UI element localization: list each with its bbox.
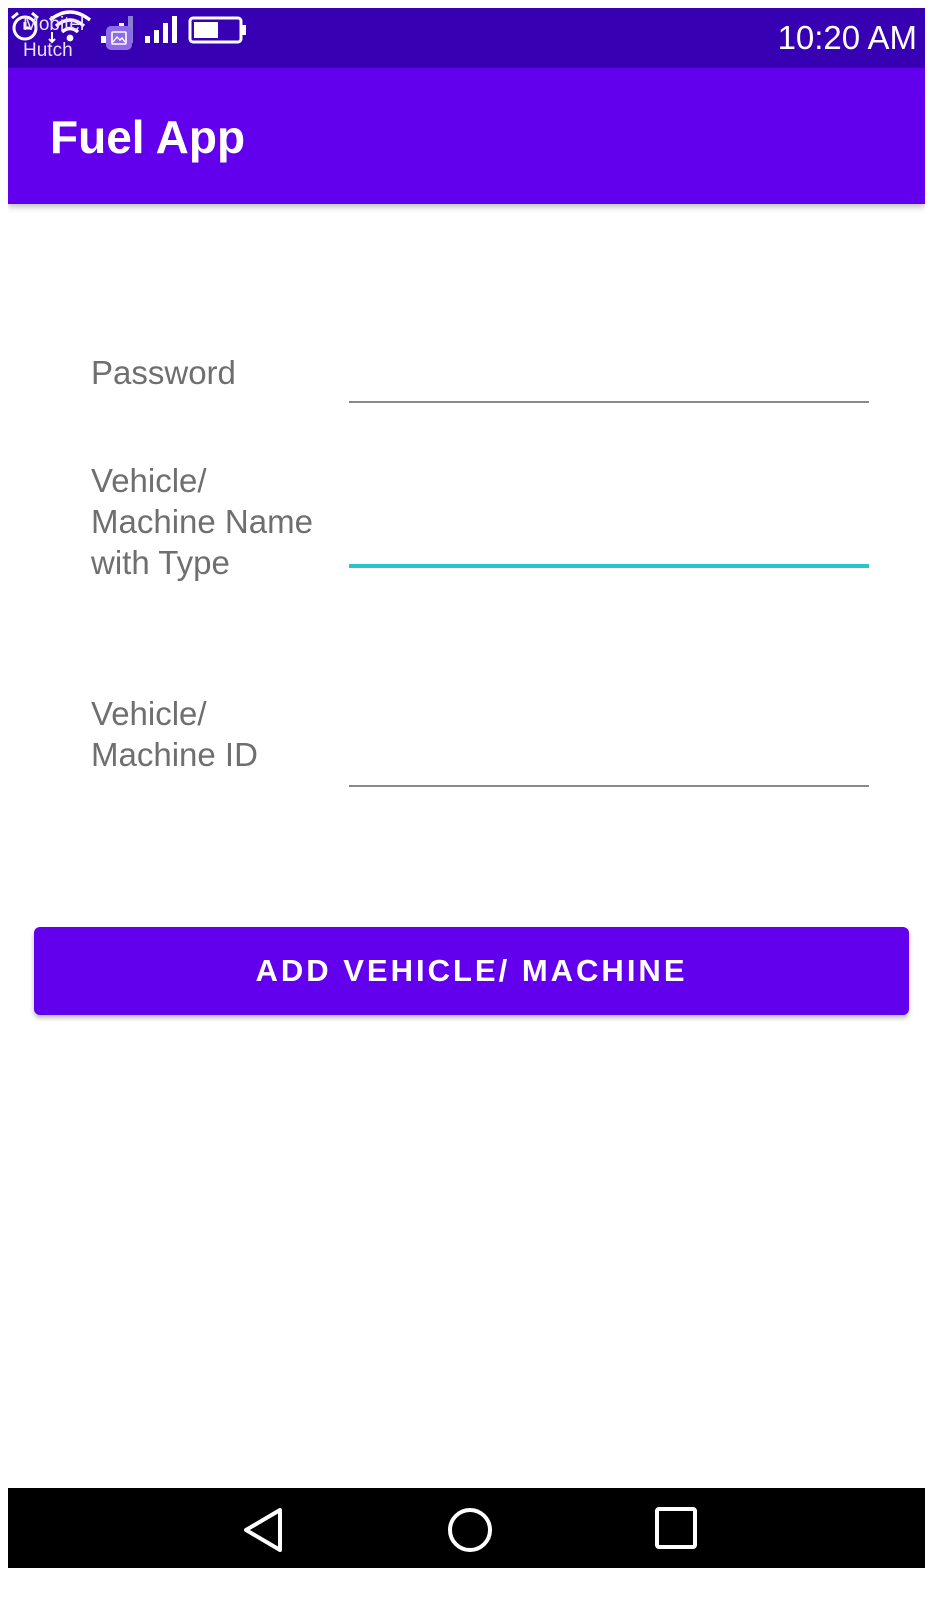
home-icon[interactable]: [446, 1506, 494, 1554]
gallery-icon: [106, 26, 132, 50]
password-input[interactable]: [349, 352, 869, 402]
password-underline: [349, 401, 869, 403]
recents-icon[interactable]: [654, 1506, 700, 1552]
vehicle-id-label: Vehicle/ Machine ID: [91, 695, 258, 773]
navigation-bar: [8, 1488, 925, 1568]
device-screen: Mobitel Hutch 10:20 AM Fuel App Password…: [8, 8, 925, 1568]
app-bar: Fuel App: [8, 68, 925, 204]
status-clock: 10:20 AM: [777, 19, 917, 56]
password-label: Password: [91, 354, 236, 391]
vehicle-name-underline: [349, 564, 869, 568]
carrier-name-primary: Mobitel: [23, 14, 85, 35]
back-icon[interactable]: [240, 1506, 288, 1554]
battery-icon: [188, 16, 246, 44]
vehicle-name-input[interactable]: [349, 514, 869, 564]
app-title: Fuel App: [50, 111, 246, 163]
vehicle-name-label: Vehicle/ Machine Name with Type: [91, 462, 313, 581]
add-vehicle-button[interactable]: ADD VEHICLE/ MACHINE: [34, 927, 909, 1015]
carrier-info: Mobitel Hutch: [23, 12, 84, 64]
status-bar: Mobitel Hutch 10:20 AM: [8, 8, 925, 68]
signal-icon: [145, 16, 178, 43]
carrier-name-secondary: Hutch: [23, 40, 73, 61]
vehicle-id-input[interactable]: [349, 736, 869, 786]
vehicle-id-underline: [349, 785, 869, 787]
